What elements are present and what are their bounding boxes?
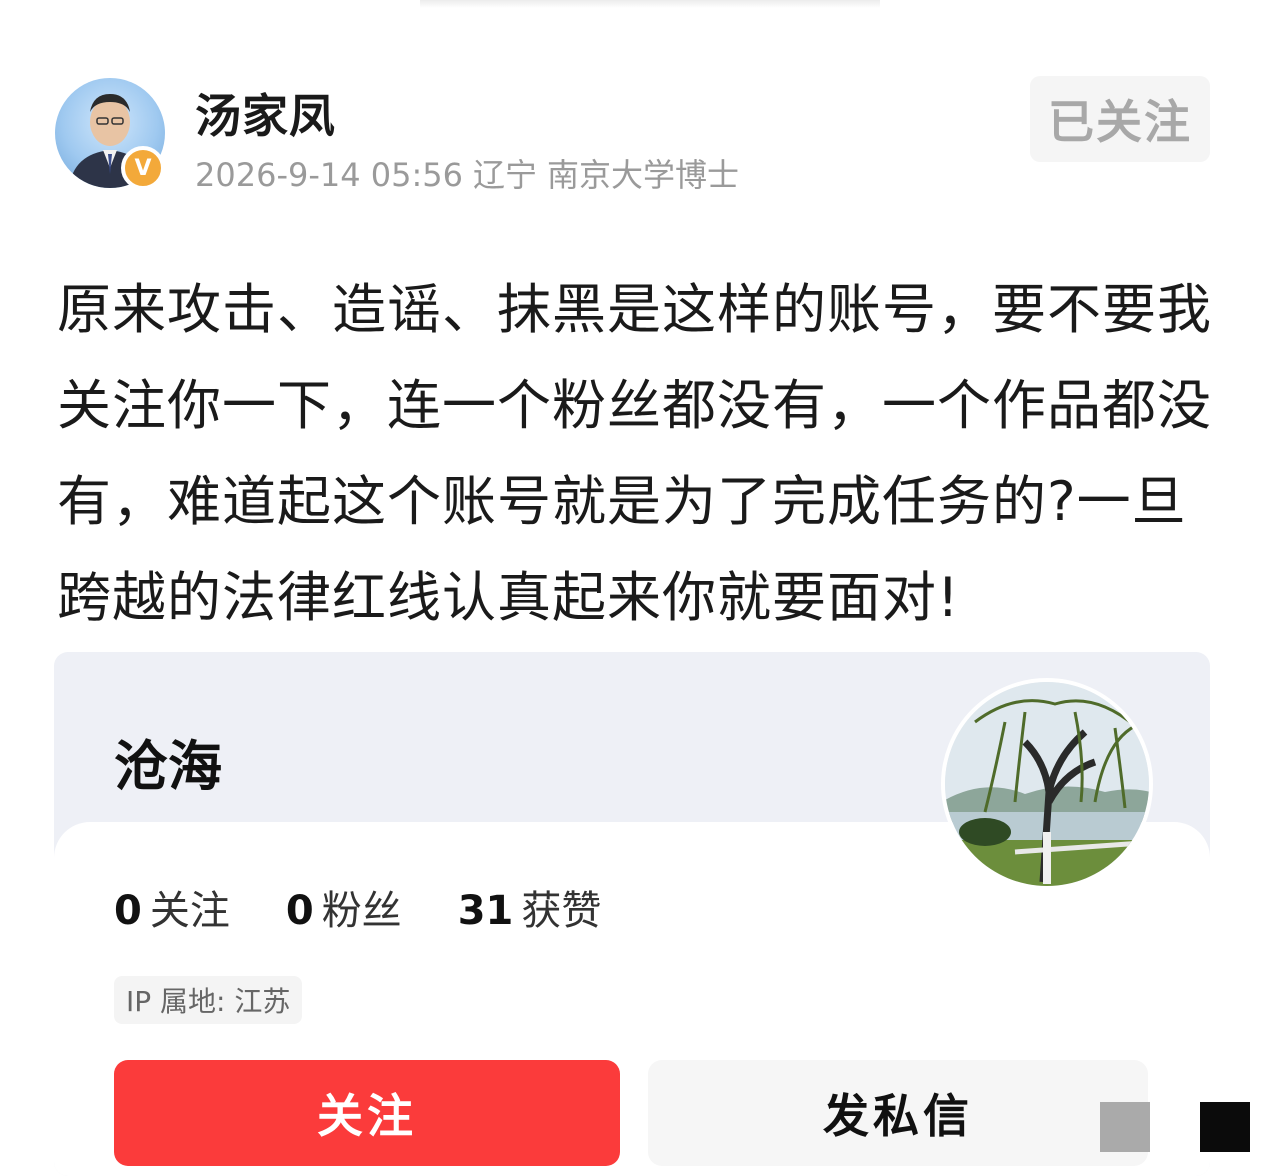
post-datetime: 2026-9-14 05:56 (195, 156, 463, 194)
follow-button[interactable]: 关注 (114, 1060, 620, 1166)
post-meta: 2026-9-14 05:56 辽宁 南京大学博士 (195, 150, 749, 196)
stat-followers[interactable]: 0 粉丝 (286, 878, 402, 936)
author-name[interactable]: 汤家凤 (195, 80, 336, 146)
profile-name: 沧海 (114, 735, 222, 798)
followed-button[interactable]: 已关注 (1030, 76, 1210, 162)
post-content: 原来攻击、造谣、抹黑是这样的账号，要不要我关注你一下，连一个粉丝都没有，一个作品… (57, 278, 1212, 629)
gray-square-overlay (1100, 1102, 1150, 1152)
post-location: 辽宁 (473, 156, 538, 194)
verified-badge-icon: V (121, 146, 165, 190)
stat-following[interactable]: 0 关注 (114, 878, 230, 936)
profile-avatar[interactable] (941, 678, 1153, 890)
send-message-button[interactable]: 发私信 (648, 1060, 1148, 1166)
profile-stats: 0 关注 0 粉丝 31 获赞 (114, 878, 601, 936)
ip-location-tag: IP 属地: 江苏 (114, 976, 303, 1024)
willow-tree-landscape-icon (945, 682, 1149, 886)
profile-card[interactable]: 沧海 0 关注 0 粉丝 31 获赞 IP 属地: 江苏 关注 发私信 (54, 652, 1210, 1176)
top-edge-fade (420, 0, 880, 8)
black-square-overlay (1200, 1102, 1250, 1152)
stat-likes[interactable]: 31 获赞 (458, 878, 602, 936)
author-title: 南京大学博士 (547, 156, 740, 194)
